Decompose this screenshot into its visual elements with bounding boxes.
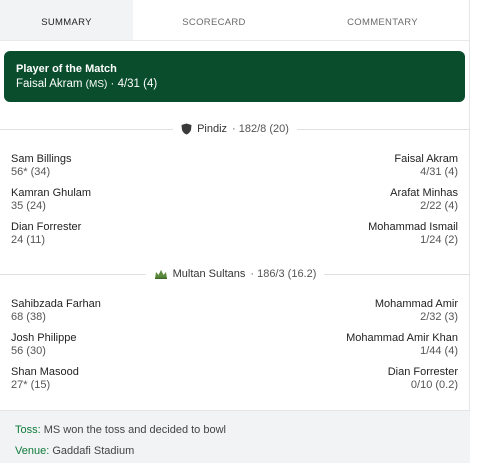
toss-value: MS won the toss and decided to bowl (43, 424, 226, 436)
batter-score: 56* (34) (11, 166, 51, 178)
venue-label: Venue: (15, 445, 50, 457)
bowler-name[interactable]: Dian Forrester (388, 366, 458, 379)
innings-header-multan: Multan Sultans · 186/3 (16.2) (0, 266, 470, 282)
innings-score: · 186/3 (16.2) (250, 268, 317, 280)
team-crest-icon (154, 269, 167, 279)
batter-name[interactable]: Josh Philippe (11, 332, 76, 345)
performance-row: Sam Billings 56* (34) Faisal Akram 4/31 … (0, 153, 470, 183)
batter-name[interactable]: Sahibzada Farhan (11, 298, 101, 311)
venue-value: Gaddafi Stadium (52, 445, 135, 457)
performance-row: Kamran Ghulam 35 (24) Arafat Minhas 2/22… (0, 187, 470, 217)
bowler-name[interactable]: Arafat Minhas (390, 187, 458, 200)
batter-score: 27* (15) (11, 379, 51, 391)
potm-figures: · 4/31 (4) (110, 78, 158, 90)
potm-title: Player of the Match (16, 63, 117, 75)
innings-team-name: Multan Sultans (172, 268, 246, 280)
batter-score: 56 (30) (11, 345, 46, 357)
bowler-name[interactable]: Mohammad Amir (375, 298, 458, 311)
potm-player: Faisal Akram (16, 78, 83, 90)
potm-detail: Faisal Akram (MS) · 4/31 (4) (16, 78, 157, 90)
bowler-name[interactable]: Mohammad Ismail (368, 221, 458, 234)
match-info-footer: Toss: MS won the toss and decided to bow… (0, 410, 470, 463)
tab-bar: SUMMARY SCORECARD COMMENTARY (0, 0, 470, 41)
match-summary-card: SUMMARY SCORECARD COMMENTARY Player of t… (0, 0, 470, 463)
venue-line: Venue: Gaddafi Stadium (15, 445, 134, 457)
performance-row: Shan Masood 27* (15) Dian Forrester 0/10… (0, 366, 470, 396)
toss-label: Toss: (15, 424, 41, 436)
batter-name[interactable]: Kamran Ghulam (11, 187, 91, 200)
shield-icon (181, 123, 192, 135)
batter-name[interactable]: Shan Masood (11, 366, 79, 379)
batter-score: 24 (11) (11, 234, 46, 246)
bowler-figures: 2/22 (4) (420, 200, 458, 212)
innings-header-pindiz: Pindiz · 182/8 (20) (0, 121, 470, 137)
toss-line: Toss: MS won the toss and decided to bow… (15, 424, 226, 436)
batter-score: 68 (38) (11, 311, 46, 323)
bowler-name[interactable]: Mohammad Amir Khan (346, 332, 458, 345)
bowler-figures: 1/24 (2) (420, 234, 458, 246)
performance-row: Josh Philippe 56 (30) Mohammad Amir Khan… (0, 332, 470, 362)
tab-commentary[interactable]: COMMENTARY (295, 0, 470, 40)
performance-row: Sahibzada Farhan 68 (38) Mohammad Amir 2… (0, 298, 470, 328)
batter-name[interactable]: Dian Forrester (11, 221, 81, 234)
bowler-name[interactable]: Faisal Akram (394, 153, 458, 166)
player-of-the-match-banner: Player of the Match Faisal Akram (MS) · … (4, 51, 465, 102)
batter-score: 35 (24) (11, 200, 46, 212)
tab-summary[interactable]: SUMMARY (0, 0, 133, 40)
potm-team: (MS) (85, 79, 108, 90)
performance-row: Dian Forrester 24 (11) Mohammad Ismail 1… (0, 221, 470, 251)
bowler-figures: 2/32 (3) (420, 311, 458, 323)
batter-name[interactable]: Sam Billings (11, 153, 72, 166)
innings-team-name: Pindiz (197, 123, 228, 135)
innings-score: · 182/8 (20) (232, 123, 289, 135)
bowler-figures: 0/10 (0.2) (410, 379, 458, 391)
bowler-figures: 4/31 (4) (420, 166, 458, 178)
tab-scorecard[interactable]: SCORECARD (133, 0, 295, 40)
bowler-figures: 1/44 (4) (420, 345, 458, 357)
